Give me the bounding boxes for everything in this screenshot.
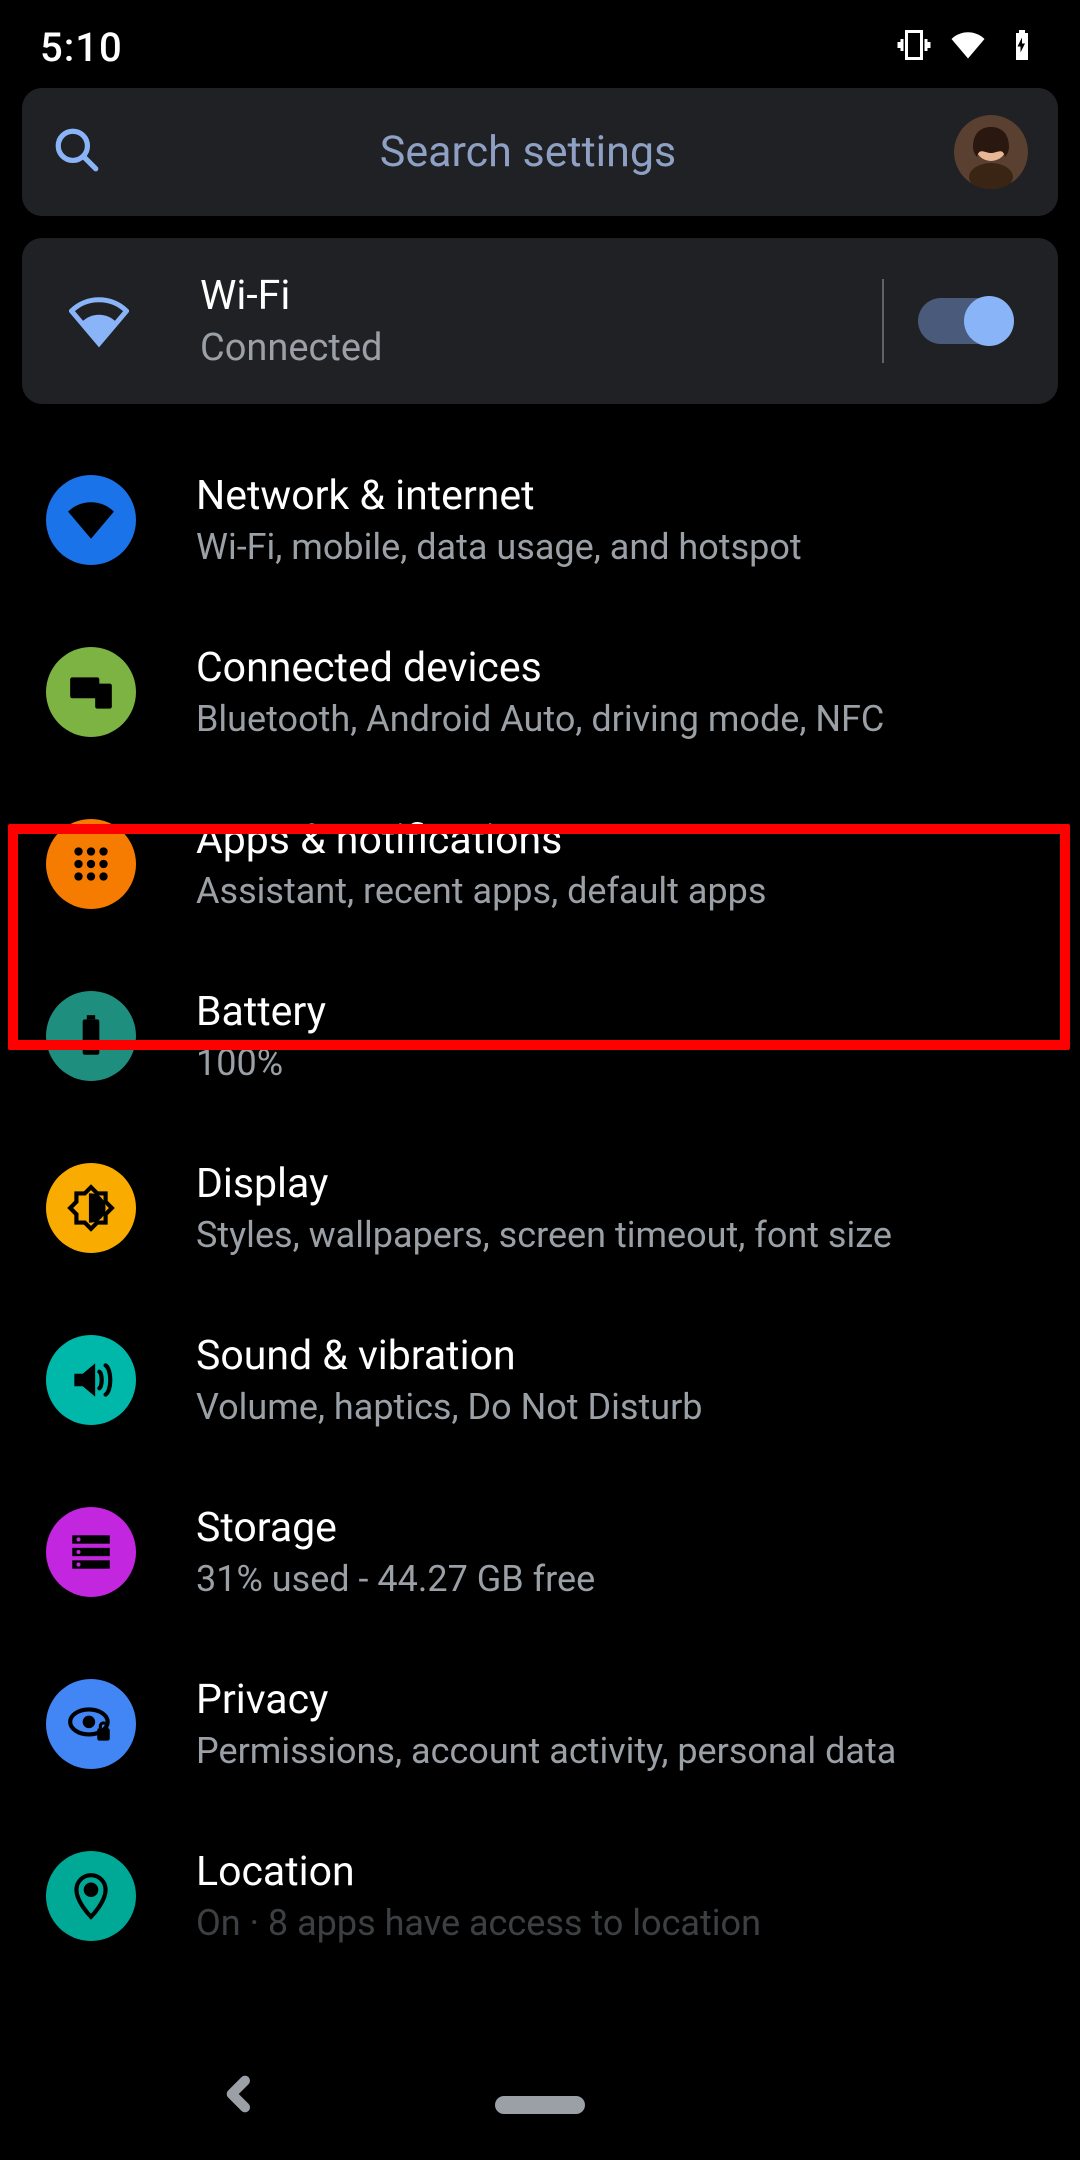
item-subtitle: Permissions, account activity, personal … [196,1730,896,1772]
wifi-subtitle: Connected [200,326,872,370]
item-title: Battery [196,988,326,1036]
wifi-toggle[interactable] [918,298,1012,344]
status-bar: 5:10 [0,0,1080,78]
settings-list: Network & internet Wi-Fi, mobile, data u… [0,434,1080,1944]
item-title: Sound & vibration [196,1332,703,1380]
settings-item-network[interactable]: Network & internet Wi-Fi, mobile, data u… [0,434,1080,606]
wifi-icon [68,291,130,351]
item-title: Display [196,1160,892,1208]
devices-icon [46,647,136,737]
wifi-status-icon [950,27,986,67]
item-subtitle: 100% [196,1042,326,1084]
apps-icon [46,819,136,909]
settings-item-battery[interactable]: Battery 100% [0,950,1080,1122]
gesture-nav-pill[interactable] [495,2096,585,2114]
item-title: Storage [196,1504,595,1552]
item-title: Connected devices [196,644,884,692]
item-title: Location [196,1848,761,1896]
item-subtitle: 31% used - 44.27 GB free [196,1558,595,1600]
storage-icon [46,1507,136,1597]
vibrate-icon [896,27,932,67]
status-clock: 5:10 [40,24,123,71]
wifi-title: Wi-Fi [200,272,872,320]
item-title: Privacy [196,1676,896,1724]
wifi-quick-card[interactable]: Wi-Fi Connected [22,238,1058,404]
settings-item-privacy[interactable]: Privacy Permissions, account activity, p… [0,1638,1080,1810]
status-icons [896,27,1040,67]
toggle-knob [966,298,1012,344]
settings-item-sound[interactable]: Sound & vibration Volume, haptics, Do No… [0,1294,1080,1466]
network-icon [46,475,136,565]
battery-charging-icon [1004,27,1040,67]
search-placeholder: Search settings [132,127,924,177]
privacy-icon [46,1679,136,1769]
settings-item-connected-devices[interactable]: Connected devices Bluetooth, Android Aut… [0,606,1080,778]
item-subtitle: Styles, wallpapers, screen timeout, font… [196,1214,892,1256]
item-subtitle: Bluetooth, Android Auto, driving mode, N… [196,698,884,740]
search-icon [52,125,102,179]
back-gesture-icon[interactable] [220,2074,260,2118]
settings-item-apps[interactable]: Apps & notifications Assistant, recent a… [0,778,1080,950]
profile-avatar[interactable] [954,115,1028,189]
item-title: Apps & notifications [196,816,766,864]
item-subtitle: On · 8 apps have access to location [196,1902,761,1944]
settings-item-display[interactable]: Display Styles, wallpapers, screen timeo… [0,1122,1080,1294]
display-icon [46,1163,136,1253]
item-subtitle: Volume, haptics, Do Not Disturb [196,1386,703,1428]
item-title: Network & internet [196,472,802,520]
item-subtitle: Wi-Fi, mobile, data usage, and hotspot [196,526,802,568]
battery-icon [46,991,136,1081]
search-settings-bar[interactable]: Search settings [22,88,1058,216]
location-icon [46,1851,136,1941]
item-subtitle: Assistant, recent apps, default apps [196,870,766,912]
sound-icon [46,1335,136,1425]
vertical-divider [882,279,884,363]
settings-item-storage[interactable]: Storage 31% used - 44.27 GB free [0,1466,1080,1638]
settings-item-location[interactable]: Location On · 8 apps have access to loca… [0,1810,1080,1944]
